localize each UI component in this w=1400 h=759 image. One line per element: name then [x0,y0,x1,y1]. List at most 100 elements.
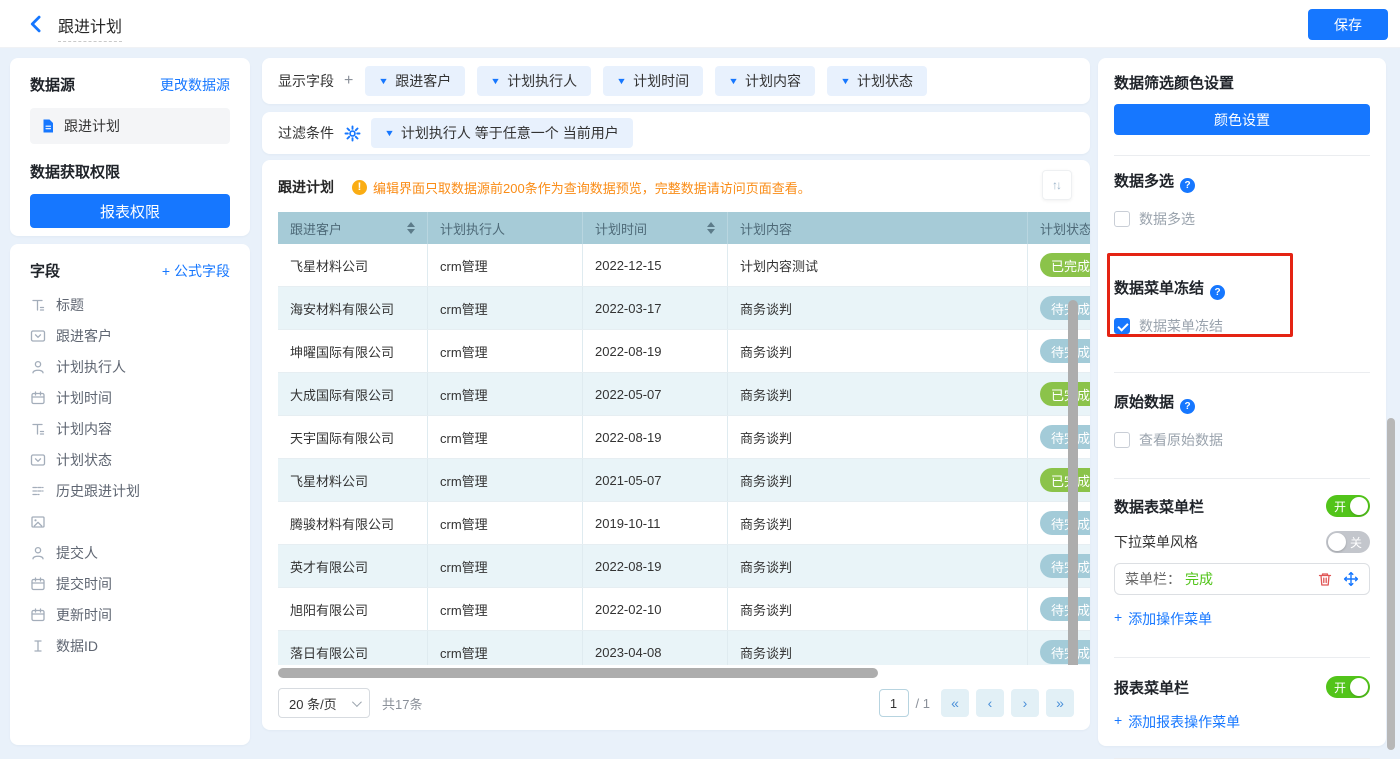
table-cell: 飞星材料公司 [278,459,428,501]
dropdown-style-toggle[interactable]: 关 [1326,531,1370,553]
table-row[interactable]: 旭阳有限公司crm管理2022-02-10商务谈判待完成 [278,588,1090,631]
field-item-label: 计划状态 [56,450,112,470]
field-item[interactable] [30,506,230,537]
table-cell: crm管理 [428,588,583,630]
table-row[interactable]: 腾骏材料有限公司crm管理2019-10-11商务谈判待完成 [278,502,1090,545]
freeze-checkbox-row[interactable]: 数据菜单冻结 [1114,316,1370,336]
table-cell: 腾骏材料有限公司 [278,502,428,544]
checkbox-checked[interactable] [1114,318,1130,334]
next-page-button[interactable]: › [1011,689,1039,717]
back-icon[interactable] [26,14,46,34]
color-settings-button[interactable]: 颜色设置 [1114,104,1370,135]
add-formula-field-link[interactable]: + 公式字段 [162,261,230,281]
chevron-down-icon [352,697,362,707]
gear-icon[interactable] [344,125,361,142]
report-permission-button[interactable]: 报表权限 [30,194,230,228]
field-item[interactable]: 计划时间 [30,382,230,413]
table-row[interactable]: 落日有限公司crm管理2023-04-08商务谈判待完成 [278,631,1090,665]
column-header[interactable]: 跟进客户 [278,212,428,244]
save-button[interactable]: 保存 [1308,9,1388,40]
status-cell: 待完成 [1028,330,1090,372]
settings-panel: 数据筛选颜色设置 颜色设置 数据多选? 数据多选 数据菜单冻结? 数据菜单冻结 … [1098,58,1386,746]
first-page-button[interactable]: « [941,689,969,717]
menubar-item[interactable]: 菜单栏： 完成 [1114,563,1370,595]
help-icon[interactable]: ? [1180,178,1195,193]
page-size-select[interactable]: 20 条/页 [278,688,370,718]
report-menubar-toggle[interactable]: 开 [1326,676,1370,698]
display-field-chip[interactable]: ▼计划时间 [603,66,703,96]
toggle-on-label: 开 [1334,498,1346,515]
add-display-field-button[interactable]: + [344,72,353,90]
status-cell: 已完成 [1028,244,1090,286]
page-number-input[interactable] [879,689,909,717]
field-item[interactable]: 历史跟进计划 [30,475,230,506]
table-row[interactable]: 天宇国际有限公司crm管理2022-08-19商务谈判待完成 [278,416,1090,459]
help-icon[interactable]: ? [1180,399,1195,414]
display-field-chip[interactable]: ▼计划内容 [715,66,815,96]
filter-chip-label: 计划执行人 等于任意一个 当前用户 [401,123,619,143]
sort-tool-button[interactable]: ↑↓ [1042,170,1072,200]
table-row[interactable]: 飞星材料公司crm管理2021-05-07商务谈判已完成 [278,459,1090,502]
help-icon[interactable]: ? [1210,285,1225,300]
trash-icon[interactable] [1317,571,1333,587]
pagination: 20 条/页 共17条 / 1 « ‹ › » [278,686,1074,720]
table-body: 飞星材料公司crm管理2022-12-15计划内容测试已完成海安材料有限公司cr… [278,244,1090,665]
field-item-label: 跟进客户 [56,326,112,346]
table-cell: 飞星材料公司 [278,244,428,286]
field-item[interactable]: 更新时间 [30,599,230,630]
move-icon[interactable] [1343,571,1359,587]
table-row[interactable]: 坤曜国际有限公司crm管理2022-08-19商务谈判待完成 [278,330,1090,373]
change-datasource-link[interactable]: 更改数据源 [160,75,230,95]
checkbox-unchecked[interactable] [1114,211,1130,227]
column-header[interactable]: 计划状态 [1028,212,1090,244]
filter-condition-chip[interactable]: ▼ 计划执行人 等于任意一个 当前用户 [371,118,633,148]
table-row[interactable]: 英才有限公司crm管理2022-08-19商务谈判待完成 [278,545,1090,588]
add-action-menu-link[interactable]: +添加操作菜单 [1114,609,1212,629]
sort-icon[interactable] [707,222,715,234]
column-header[interactable]: 计划执行人 [428,212,583,244]
checkbox-unchecked[interactable] [1114,432,1130,448]
table-row[interactable]: 飞星材料公司crm管理2022-12-15计划内容测试已完成 [278,244,1090,287]
calendar-icon [30,607,46,623]
display-field-chip[interactable]: ▼计划执行人 [477,66,591,96]
display-field-chip[interactable]: ▼计划状态 [827,66,927,96]
column-header[interactable]: 计划时间 [583,212,728,244]
table-cell: 商务谈判 [728,416,1028,458]
horizontal-scrollbar[interactable] [278,668,878,678]
table-row[interactable]: 海安材料有限公司crm管理2022-03-17商务谈判待完成 [278,287,1090,330]
table-cell: crm管理 [428,287,583,329]
table-cell: crm管理 [428,244,583,286]
multi-select-title: 数据多选 [1114,173,1174,190]
table-menubar-toggle[interactable]: 开 [1326,495,1370,517]
multi-select-checkbox-row[interactable]: 数据多选 [1114,209,1370,229]
last-page-button[interactable]: » [1046,689,1074,717]
table-cell: crm管理 [428,373,583,415]
field-item[interactable]: 跟进客户 [30,320,230,351]
field-item[interactable]: 提交时间 [30,568,230,599]
column-header[interactable]: 计划内容 [728,212,1028,244]
add-report-menu-link[interactable]: +添加报表操作菜单 [1114,712,1240,732]
vertical-scrollbar[interactable] [1068,300,1078,665]
status-badge: 待完成 [1040,339,1090,363]
window-scrollbar[interactable] [1387,418,1395,750]
prev-page-button[interactable]: ‹ [976,689,1004,717]
field-item[interactable]: 计划执行人 [30,351,230,382]
field-item[interactable]: 提交人 [30,537,230,568]
table-cell: 落日有限公司 [278,631,428,665]
filter-bar: 过滤条件 ▼ 计划执行人 等于任意一个 当前用户 [262,112,1090,154]
toggle-knob [1350,497,1368,515]
page-title: 跟进计划 [58,13,122,42]
display-field-chip[interactable]: ▼跟进客户 [365,66,465,96]
sort-icon[interactable] [407,222,415,234]
field-item[interactable]: 计划内容 [30,413,230,444]
raw-data-checkbox-row[interactable]: 查看原始数据 [1114,430,1370,450]
chevron-down-icon: ▼ [728,76,739,86]
toggle-off-label: 关 [1350,534,1362,551]
table-cell: crm管理 [428,416,583,458]
field-item[interactable]: 数据ID [30,630,230,661]
field-item[interactable]: 计划状态 [30,444,230,475]
datasource-item[interactable]: 跟进计划 [30,108,230,144]
chevron-down-icon: ▼ [490,76,501,86]
table-row[interactable]: 大成国际有限公司crm管理2022-05-07商务谈判已完成 [278,373,1090,416]
field-item[interactable]: 标题 [30,289,230,320]
